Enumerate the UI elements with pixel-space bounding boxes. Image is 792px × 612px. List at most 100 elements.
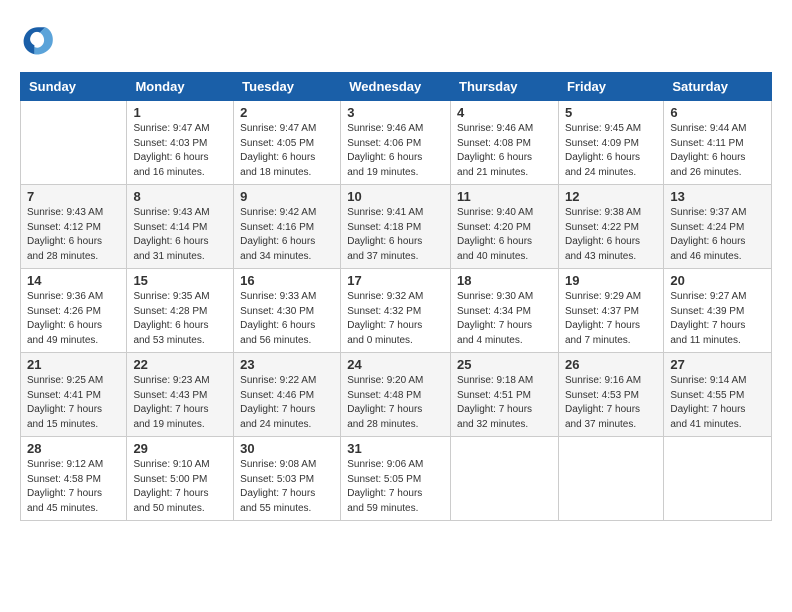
weekday-header-saturday: Saturday: [664, 73, 772, 101]
day-number: 25: [457, 357, 552, 372]
day-number: 15: [133, 273, 227, 288]
day-number: 27: [670, 357, 765, 372]
day-info: Sunrise: 9:43 AMSunset: 4:12 PMDaylight:…: [27, 206, 120, 264]
day-number: 10: [347, 189, 444, 204]
calendar-cell: [558, 437, 663, 521]
calendar-cell: 25 Sunrise: 9:18 AMSunset: 4:51 PMDayligh…: [451, 353, 559, 437]
calendar-cell: 26 Sunrise: 9:16 AMSunset: 4:53 PMDayligh…: [558, 353, 663, 437]
day-info: Sunrise: 9:47 AMSunset: 4:05 PMDaylight:…: [240, 122, 334, 180]
calendar-cell: 8 Sunrise: 9:43 AMSunset: 4:14 PMDaylight…: [127, 185, 234, 269]
day-number: 8: [133, 189, 227, 204]
day-number: 18: [457, 273, 552, 288]
week-row-1: 1 Sunrise: 9:47 AMSunset: 4:03 PMDaylight…: [21, 101, 772, 185]
day-number: 6: [670, 105, 765, 120]
day-info: Sunrise: 9:27 AMSunset: 4:39 PMDaylight:…: [670, 290, 765, 348]
day-info: Sunrise: 9:35 AMSunset: 4:28 PMDaylight:…: [133, 290, 227, 348]
day-number: 28: [27, 441, 120, 456]
day-number: 3: [347, 105, 444, 120]
day-info: Sunrise: 9:30 AMSunset: 4:34 PMDaylight:…: [457, 290, 552, 348]
day-number: 17: [347, 273, 444, 288]
day-info: Sunrise: 9:23 AMSunset: 4:43 PMDaylight:…: [133, 374, 227, 432]
calendar-cell: 15 Sunrise: 9:35 AMSunset: 4:28 PMDayligh…: [127, 269, 234, 353]
calendar-cell: 20 Sunrise: 9:27 AMSunset: 4:39 PMDayligh…: [664, 269, 772, 353]
day-info: Sunrise: 9:42 AMSunset: 4:16 PMDaylight:…: [240, 206, 334, 264]
day-number: 11: [457, 189, 552, 204]
day-number: 21: [27, 357, 120, 372]
day-info: Sunrise: 9:18 AMSunset: 4:51 PMDaylight:…: [457, 374, 552, 432]
day-number: 4: [457, 105, 552, 120]
day-number: 2: [240, 105, 334, 120]
calendar-cell: 7 Sunrise: 9:43 AMSunset: 4:12 PMDaylight…: [21, 185, 127, 269]
calendar-cell: 17 Sunrise: 9:32 AMSunset: 4:32 PMDayligh…: [341, 269, 451, 353]
day-number: 7: [27, 189, 120, 204]
calendar-cell: 18 Sunrise: 9:30 AMSunset: 4:34 PMDayligh…: [451, 269, 559, 353]
day-info: Sunrise: 9:33 AMSunset: 4:30 PMDaylight:…: [240, 290, 334, 348]
day-info: Sunrise: 9:12 AMSunset: 4:58 PMDaylight:…: [27, 458, 120, 516]
calendar-cell: 14 Sunrise: 9:36 AMSunset: 4:26 PMDayligh…: [21, 269, 127, 353]
day-number: 1: [133, 105, 227, 120]
calendar-cell: 21 Sunrise: 9:25 AMSunset: 4:41 PMDayligh…: [21, 353, 127, 437]
day-info: Sunrise: 9:47 AMSunset: 4:03 PMDaylight:…: [133, 122, 227, 180]
calendar-cell: 23Sunrise: 9:22 AMSunset: 4:46 PMDayligh…: [234, 353, 341, 437]
day-info: Sunrise: 9:16 AMSunset: 4:53 PMDaylight:…: [565, 374, 657, 432]
day-number: 26: [565, 357, 657, 372]
day-number: 31: [347, 441, 444, 456]
day-info: Sunrise: 9:20 AMSunset: 4:48 PMDaylight:…: [347, 374, 444, 432]
day-info: Sunrise: 9:08 AMSunset: 5:03 PMDaylight:…: [240, 458, 334, 516]
calendar-cell: [451, 437, 559, 521]
weekday-header-tuesday: Tuesday: [234, 73, 341, 101]
calendar-cell: 19 Sunrise: 9:29 AMSunset: 4:37 PMDayligh…: [558, 269, 663, 353]
calendar-cell: 6 Sunrise: 9:44 AMSunset: 4:11 PMDaylight…: [664, 101, 772, 185]
calendar-cell: 13 Sunrise: 9:37 AMSunset: 4:24 PMDayligh…: [664, 185, 772, 269]
day-number: 9: [240, 189, 334, 204]
week-row-3: 14 Sunrise: 9:36 AMSunset: 4:26 PMDayligh…: [21, 269, 772, 353]
week-row-2: 7 Sunrise: 9:43 AMSunset: 4:12 PMDaylight…: [21, 185, 772, 269]
day-info: Sunrise: 9:38 AMSunset: 4:22 PMDaylight:…: [565, 206, 657, 264]
day-info: Sunrise: 9:36 AMSunset: 4:26 PMDaylight:…: [27, 290, 120, 348]
weekday-header-sunday: Sunday: [21, 73, 127, 101]
calendar-cell: 22 Sunrise: 9:23 AMSunset: 4:43 PMDayligh…: [127, 353, 234, 437]
day-number: 30: [240, 441, 334, 456]
logo: [20, 20, 62, 56]
day-info: Sunrise: 9:37 AMSunset: 4:24 PMDaylight:…: [670, 206, 765, 264]
calendar-cell: 28 Sunrise: 9:12 AMSunset: 4:58 PMDayligh…: [21, 437, 127, 521]
calendar-cell: 12 Sunrise: 9:38 AMSunset: 4:22 PMDayligh…: [558, 185, 663, 269]
day-number: 20: [670, 273, 765, 288]
calendar-cell: 5 Sunrise: 9:45 AMSunset: 4:09 PMDaylight…: [558, 101, 663, 185]
day-info: Sunrise: 9:45 AMSunset: 4:09 PMDaylight:…: [565, 122, 657, 180]
day-info: Sunrise: 9:32 AMSunset: 4:32 PMDaylight:…: [347, 290, 444, 348]
day-info: Sunrise: 9:41 AMSunset: 4:18 PMDaylight:…: [347, 206, 444, 264]
day-number: 5: [565, 105, 657, 120]
calendar-cell: 16Sunrise: 9:33 AMSunset: 4:30 PMDayligh…: [234, 269, 341, 353]
calendar-cell: 2 Sunrise: 9:47 AMSunset: 4:05 PMDaylight…: [234, 101, 341, 185]
weekday-header-wednesday: Wednesday: [341, 73, 451, 101]
calendar-cell: 11 Sunrise: 9:40 AMSunset: 4:20 PMDayligh…: [451, 185, 559, 269]
day-number: 29: [133, 441, 227, 456]
day-info: Sunrise: 9:22 AMSunset: 4:46 PMDaylight:…: [240, 374, 334, 432]
day-info: Sunrise: 9:10 AMSunset: 5:00 PMDaylight:…: [133, 458, 227, 516]
day-info: Sunrise: 9:29 AMSunset: 4:37 PMDaylight:…: [565, 290, 657, 348]
calendar-cell: 24 Sunrise: 9:20 AMSunset: 4:48 PMDayligh…: [341, 353, 451, 437]
calendar: SundayMondayTuesdayWednesdayThursdayFrid…: [20, 72, 772, 521]
day-info: Sunrise: 9:25 AMSunset: 4:41 PMDaylight:…: [27, 374, 120, 432]
day-number: 22: [133, 357, 227, 372]
day-info: Sunrise: 9:14 AMSunset: 4:55 PMDaylight:…: [670, 374, 765, 432]
calendar-cell: [21, 101, 127, 185]
calendar-cell: 1 Sunrise: 9:47 AMSunset: 4:03 PMDaylight…: [127, 101, 234, 185]
day-info: Sunrise: 9:06 AMSunset: 5:05 PMDaylight:…: [347, 458, 444, 516]
weekday-header-row: SundayMondayTuesdayWednesdayThursdayFrid…: [21, 73, 772, 101]
day-number: 14: [27, 273, 120, 288]
calendar-cell: 31 Sunrise: 9:06 AMSunset: 5:05 PMDayligh…: [341, 437, 451, 521]
weekday-header-monday: Monday: [127, 73, 234, 101]
day-info: Sunrise: 9:44 AMSunset: 4:11 PMDaylight:…: [670, 122, 765, 180]
calendar-cell: 29 Sunrise: 9:10 AMSunset: 5:00 PMDayligh…: [127, 437, 234, 521]
day-info: Sunrise: 9:40 AMSunset: 4:20 PMDaylight:…: [457, 206, 552, 264]
day-number: 13: [670, 189, 765, 204]
day-number: 12: [565, 189, 657, 204]
calendar-cell: 30 Sunrise: 9:08 AMSunset: 5:03 PMDayligh…: [234, 437, 341, 521]
calendar-cell: 10 Sunrise: 9:41 AMSunset: 4:18 PMDayligh…: [341, 185, 451, 269]
day-number: 19: [565, 273, 657, 288]
calendar-cell: 27 Sunrise: 9:14 AMSunset: 4:55 PMDayligh…: [664, 353, 772, 437]
day-info: Sunrise: 9:43 AMSunset: 4:14 PMDaylight:…: [133, 206, 227, 264]
day-number: 24: [347, 357, 444, 372]
